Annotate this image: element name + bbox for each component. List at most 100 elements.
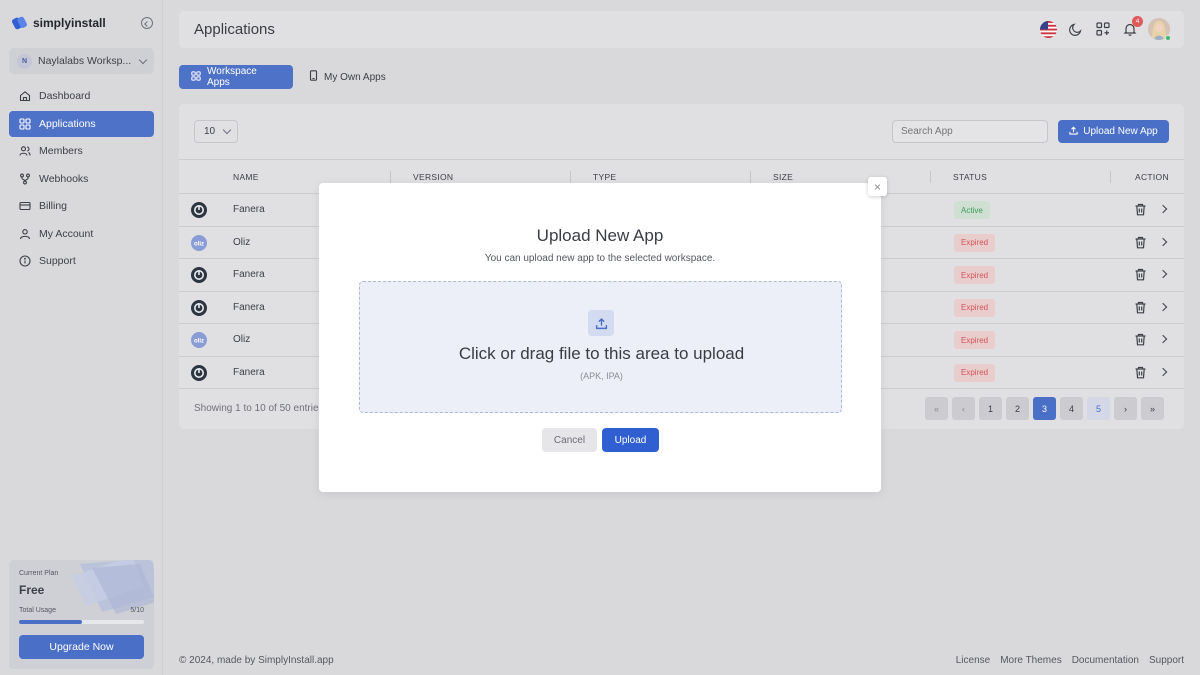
sidebar: simplyinstall N Naylalabs Worksp... Dash… bbox=[0, 0, 163, 675]
plan-card: Current Plan Free Total Usage 5/10 Upgra… bbox=[9, 560, 154, 669]
next-page-button[interactable]: › bbox=[1114, 397, 1137, 420]
us-flag-icon[interactable] bbox=[1040, 20, 1057, 38]
workspace-selector[interactable]: N Naylalabs Worksp... bbox=[9, 48, 154, 74]
usage-count: 5/10 bbox=[130, 607, 144, 614]
info-icon bbox=[19, 255, 31, 267]
chevron-down-icon bbox=[222, 125, 232, 135]
sidebar-item-label: Members bbox=[39, 145, 83, 157]
page-button-current[interactable]: 3 bbox=[1033, 397, 1056, 420]
grid-icon bbox=[19, 117, 31, 130]
tab-label: My Own Apps bbox=[324, 71, 386, 83]
header-actions: 4 bbox=[1040, 15, 1171, 41]
chevron-right-icon[interactable] bbox=[1158, 367, 1168, 376]
pagination-summary: Showing 1 to 10 of 50 entries bbox=[194, 403, 324, 414]
fanera-logo-icon bbox=[191, 299, 207, 316]
status-badge: Expired bbox=[954, 298, 996, 317]
status-badge: Expired bbox=[954, 331, 996, 349]
first-page-button[interactable]: « bbox=[925, 397, 948, 420]
last-page-button[interactable]: » bbox=[1141, 397, 1164, 420]
sidebar-item-members[interactable]: Members bbox=[9, 138, 154, 164]
sidebar-item-webhooks[interactable]: Webhooks bbox=[9, 166, 154, 192]
upload-icon bbox=[588, 310, 614, 336]
trash-icon[interactable] bbox=[1134, 366, 1147, 379]
dropzone-file-types: (APK, IPA) bbox=[580, 371, 623, 381]
sidebar-item-label: Support bbox=[39, 255, 76, 267]
tab-workspace-apps[interactable]: Workspace Apps bbox=[179, 65, 293, 89]
column-header-status[interactable]: Status bbox=[953, 172, 987, 182]
sidebar-item-applications[interactable]: Applications bbox=[9, 110, 154, 137]
page-button[interactable]: 5 bbox=[1087, 397, 1110, 420]
status-badge: Expired bbox=[954, 266, 996, 284]
upload-new-app-button[interactable]: Upload New App bbox=[1058, 120, 1169, 143]
chevron-right-icon[interactable] bbox=[1158, 334, 1168, 344]
sidebar-nav: Dashboard Applications Members Webhooks … bbox=[9, 83, 154, 276]
dropzone-text: Click or drag file to this area to uploa… bbox=[458, 344, 745, 363]
column-header-size[interactable]: Size bbox=[773, 172, 793, 182]
file-dropzone[interactable]: Click or drag file to this area to uploa… bbox=[359, 281, 842, 413]
sidebar-item-label: Webhooks bbox=[39, 172, 89, 185]
sidebar-item-my-account[interactable]: My Account bbox=[9, 221, 154, 247]
oliz-logo-icon: oliz bbox=[191, 234, 207, 251]
app-name: Fanera bbox=[233, 301, 265, 313]
sidebar-item-support[interactable]: Support bbox=[9, 248, 154, 274]
search-input[interactable] bbox=[892, 120, 1048, 143]
previous-page-button[interactable]: ‹ bbox=[952, 397, 975, 420]
upload-button[interactable]: Upload bbox=[602, 428, 659, 452]
footer-link-support[interactable]: Support bbox=[1149, 655, 1184, 666]
chevron-down-icon bbox=[138, 55, 148, 64]
column-header-type[interactable]: Type bbox=[593, 172, 616, 182]
chevron-right-icon[interactable] bbox=[1158, 269, 1168, 279]
footer-link-more-themes[interactable]: More Themes bbox=[1000, 655, 1062, 666]
chevron-right-icon[interactable] bbox=[1158, 237, 1168, 246]
column-header-name[interactable]: Name bbox=[233, 172, 259, 182]
sidebar-item-label: Billing bbox=[39, 200, 68, 212]
collapse-sidebar-icon[interactable] bbox=[141, 17, 153, 29]
footer-link-documentation[interactable]: Documentation bbox=[1072, 655, 1139, 666]
sidebar-item-dashboard[interactable]: Dashboard bbox=[9, 83, 154, 109]
brand-name: simplyinstall bbox=[33, 16, 106, 30]
app-name: Fanera bbox=[233, 366, 265, 378]
usage-label: Total Usage bbox=[19, 607, 56, 614]
online-status-dot bbox=[1165, 35, 1171, 41]
cancel-button[interactable]: Cancel bbox=[542, 428, 597, 452]
footer-links: License More Themes Documentation Suppor… bbox=[956, 655, 1184, 666]
column-header-action: Action bbox=[1135, 172, 1169, 182]
trash-icon[interactable] bbox=[1134, 203, 1147, 216]
footer-link-license[interactable]: License bbox=[956, 655, 990, 666]
trash-icon[interactable] bbox=[1134, 268, 1147, 281]
plan-label: Current Plan bbox=[19, 570, 59, 577]
webhook-icon bbox=[19, 173, 31, 185]
close-icon[interactable]: × bbox=[868, 177, 887, 196]
sidebar-item-label: Applications bbox=[39, 117, 96, 130]
user-icon bbox=[19, 228, 31, 240]
chevron-right-icon[interactable] bbox=[1158, 302, 1168, 311]
column-header-version[interactable]: Version bbox=[413, 172, 453, 182]
status-badge: Active bbox=[954, 201, 990, 219]
workspace-name: Naylalabs Worksp... bbox=[38, 55, 132, 67]
usage-progress-bar bbox=[19, 620, 144, 624]
credit-card-icon bbox=[19, 200, 31, 212]
tab-my-own-apps[interactable]: My Own Apps bbox=[297, 65, 398, 89]
page-button[interactable]: 4 bbox=[1060, 397, 1083, 420]
brand-logo[interactable]: simplyinstall bbox=[12, 15, 106, 31]
trash-icon[interactable] bbox=[1134, 236, 1147, 249]
fanera-logo-icon bbox=[191, 364, 207, 381]
sidebar-item-billing[interactable]: Billing bbox=[9, 193, 154, 219]
page-button[interactable]: 2 bbox=[1006, 397, 1029, 420]
app-name: Oliz bbox=[233, 334, 251, 345]
trash-icon[interactable] bbox=[1134, 333, 1147, 346]
page-size-select[interactable]: 10 bbox=[194, 120, 238, 143]
svg-text:oliz: oliz bbox=[194, 338, 204, 344]
trash-icon[interactable] bbox=[1134, 301, 1147, 314]
column-divider bbox=[750, 171, 751, 183]
page-button[interactable]: 1 bbox=[979, 397, 1002, 420]
sidebar-item-label: My Account bbox=[39, 227, 94, 240]
bell-icon[interactable]: 4 bbox=[1121, 15, 1143, 38]
user-avatar[interactable] bbox=[1148, 18, 1171, 41]
usage-progress-fill bbox=[19, 620, 82, 624]
apps-grid-icon[interactable] bbox=[1094, 21, 1111, 38]
chevron-right-icon[interactable] bbox=[1158, 204, 1168, 214]
upload-icon bbox=[1069, 125, 1078, 138]
moon-icon[interactable] bbox=[1067, 21, 1084, 38]
upgrade-button[interactable]: Upgrade Now bbox=[19, 635, 144, 659]
